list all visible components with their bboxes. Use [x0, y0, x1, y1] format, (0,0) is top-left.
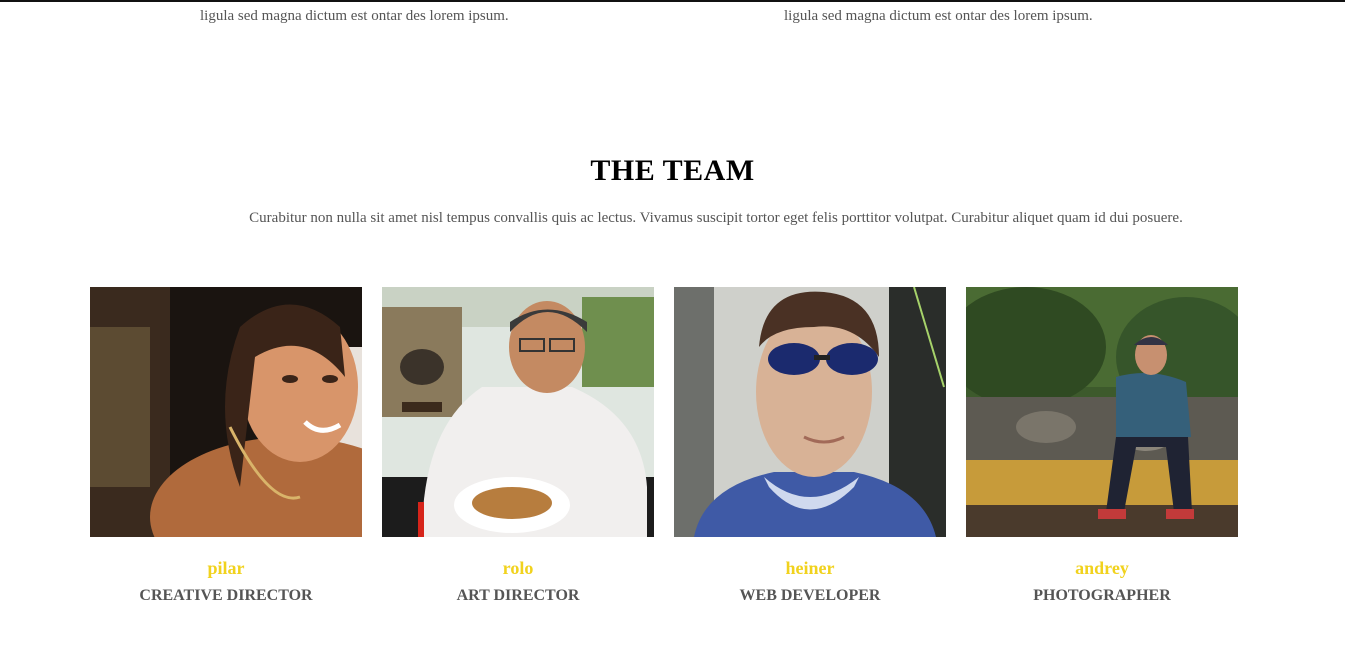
- team-member-photo-pilar[interactable]: [90, 287, 362, 537]
- team-member-card-pilar: pilar CREATIVE DIRECTOR: [90, 287, 362, 605]
- team-member-role: PHOTOGRAPHER: [1033, 587, 1171, 604]
- team-member-photo-heiner[interactable]: [674, 287, 946, 537]
- team-member-role: CREATIVE DIRECTOR: [139, 587, 313, 604]
- team-member-role: ART DIRECTOR: [456, 587, 580, 604]
- team-member-name: andrey: [1075, 558, 1129, 578]
- team-member-card-rolo: rolo ART DIRECTOR: [382, 287, 654, 605]
- team-member-name: heiner: [785, 558, 835, 578]
- team-member-photo-rolo[interactable]: [382, 287, 654, 537]
- team-member-photo-andrey[interactable]: [966, 287, 1238, 537]
- team-member-role: WEB DEVELOPER: [739, 587, 881, 604]
- team-member-name: rolo: [502, 558, 534, 578]
- top-divider: [0, 0, 1345, 2]
- previous-section-text-right: ligula sed magna dictum est ontar des lo…: [784, 8, 1093, 24]
- team-section-description: Curabitur non nulla sit amet nisl tempus…: [249, 210, 1183, 226]
- team-member-card-andrey: andrey PHOTOGRAPHER: [966, 287, 1238, 605]
- team-member-card-heiner: heiner WEB DEVELOPER: [674, 287, 946, 605]
- team-section-title: THE TEAM: [590, 154, 755, 187]
- previous-section-text-left: ligula sed magna dictum est ontar des lo…: [200, 8, 509, 24]
- team-member-name: pilar: [207, 558, 245, 578]
